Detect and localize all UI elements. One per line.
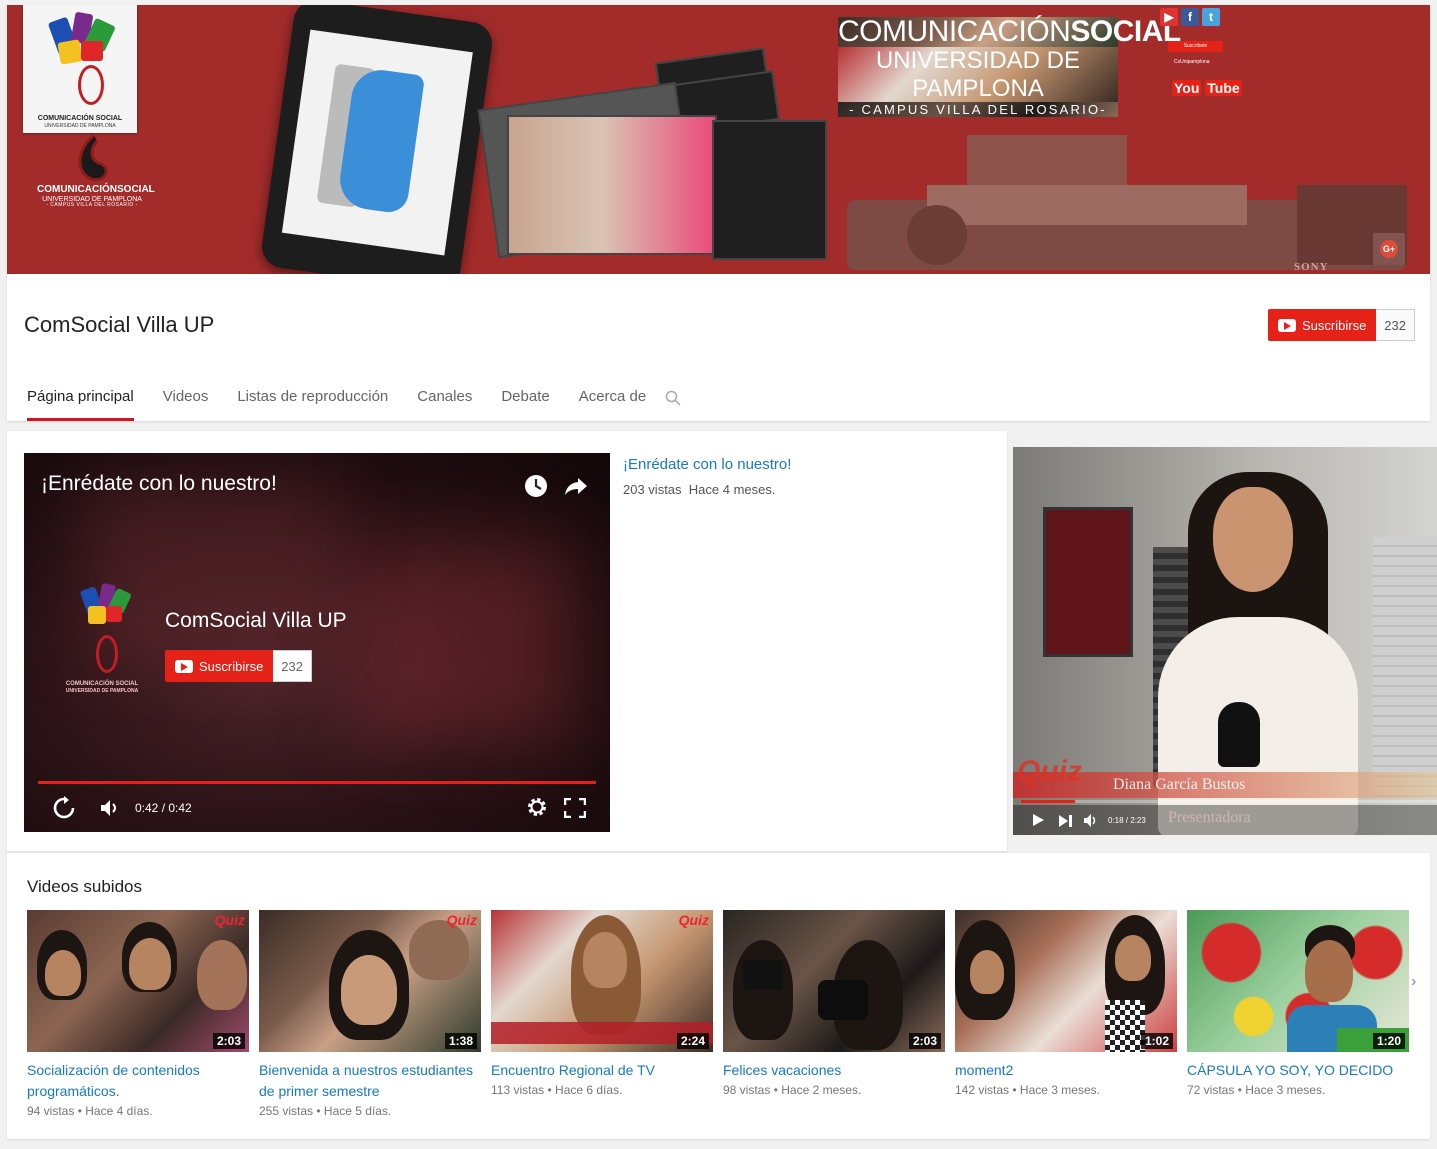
- video-duration: 1:20: [1372, 1033, 1405, 1049]
- next-icon[interactable]: [1059, 815, 1073, 827]
- youtube-play-icon: [175, 659, 193, 673]
- video-meta: 255 vistas • Hace 5 días.: [259, 1104, 392, 1118]
- channel-tabs: Página principal Videos Listas de reprod…: [27, 388, 675, 421]
- player-time: 0:42 / 0:42: [135, 801, 192, 815]
- tablet-illustration: [259, 5, 495, 274]
- play-icon[interactable]: [1033, 814, 1044, 826]
- video-meta: 94 vistas • Hace 4 días.: [27, 1104, 153, 1118]
- endcard-logo: COMUNICACIÓN SOCIAL UNIVERSIDAD DE PAMPLO…: [62, 580, 142, 700]
- endcard-channel-name[interactable]: ComSocial Villa UP: [165, 609, 347, 633]
- subscribe-button[interactable]: Suscribirse: [1268, 309, 1377, 341]
- promo-video-player[interactable]: Diana García Bustos Quiz Presentadora 0:…: [1013, 447, 1437, 835]
- social-links: ▶ f t Suscribete CsUnipamplona You Tube: [1160, 8, 1242, 96]
- twitter-icon[interactable]: t: [1202, 8, 1220, 26]
- banner-title: COMUNICACIÓNSOCIAL UNIVERSIDAD DE PAMPLO…: [838, 15, 1181, 118]
- tab-home[interactable]: Página principal: [27, 388, 134, 421]
- video-thumbnail[interactable]: 1:02: [955, 910, 1177, 1052]
- featured-video-player[interactable]: ¡Enrédate con lo nuestro! COMUNICACIÓN S…: [24, 453, 610, 832]
- uploads-shelf: Quiz 2:03 Socialización de contenidos pr…: [27, 910, 1419, 1121]
- promo-time: 0:18 / 2:23: [1108, 816, 1146, 825]
- video-thumbnail[interactable]: 2:03: [723, 910, 945, 1052]
- video-item[interactable]: Quiz 1:38 Bienvenida a nuestros estudian…: [259, 910, 481, 1121]
- video-duration: 2:03: [908, 1033, 941, 1049]
- endcard-subscriber-count: 232: [273, 650, 312, 682]
- video-item[interactable]: 2:03 Felices vacaciones 98 vistas • Hace…: [723, 910, 945, 1121]
- video-meta: 98 vistas • Hace 2 meses.: [723, 1083, 862, 1097]
- featured-section: ¡Enrédate con lo nuestro! COMUNICACIÓN S…: [7, 431, 1007, 851]
- video-duration: 2:24: [676, 1033, 709, 1049]
- tab-playlists[interactable]: Listas de reproducción: [237, 388, 388, 421]
- video-thumbnail[interactable]: Quiz 1:38: [259, 910, 481, 1052]
- replay-icon[interactable]: [52, 796, 76, 820]
- logo-title: COMUNICACIÓN SOCIAL: [37, 115, 123, 122]
- microphone-icon: [1218, 702, 1260, 767]
- tab-videos[interactable]: Videos: [163, 388, 209, 421]
- youtube-logo: You Tube: [1172, 80, 1242, 96]
- subscriber-count: 232: [1376, 309, 1415, 341]
- volume-icon[interactable]: [1084, 814, 1098, 827]
- logo-subtitle: UNIVERSIDAD DE PAMPLONA: [44, 123, 116, 129]
- video-thumbnail[interactable]: Quiz 2:03: [27, 910, 249, 1052]
- video-thumbnail[interactable]: 1:20: [1187, 910, 1409, 1052]
- facebook-icon[interactable]: f: [1181, 8, 1199, 26]
- google-plus-icon: G+: [1380, 240, 1398, 258]
- watch-later-icon[interactable]: [524, 474, 548, 498]
- video-title[interactable]: CÁPSULA YO SOY, YO DECIDO: [1187, 1060, 1409, 1081]
- channel-banner: COMUNICACIÓN SOCIAL UNIVERSIDAD DE PAMPL…: [7, 5, 1430, 274]
- youtube-play-icon: [1278, 318, 1296, 332]
- quiz-logo: Quiz: [1017, 755, 1082, 788]
- shelf-next-arrow-icon[interactable]: ›: [1411, 973, 1416, 991]
- featured-video-meta: 203 vistas Hace 4 meses.: [623, 482, 776, 497]
- video-meta: 72 vistas • Hace 3 meses.: [1187, 1083, 1326, 1097]
- video-meta: 142 vistas • Hace 3 meses.: [955, 1083, 1100, 1097]
- camera-illustration: [847, 135, 1407, 270]
- tab-discussion[interactable]: Debate: [501, 388, 549, 421]
- video-title[interactable]: Encuentro Regional de TV: [491, 1060, 713, 1081]
- banner-handle: CsUnipamplona: [1174, 59, 1210, 65]
- video-title[interactable]: Bienvenida a nuestros estudiantes de pri…: [259, 1060, 481, 1102]
- subscribe-control: Suscribirse 232: [1268, 309, 1415, 341]
- video-duration: 2:03: [212, 1033, 245, 1049]
- player-progress-bar[interactable]: [38, 781, 596, 784]
- video-item[interactable]: Quiz 2:24 Encuentro Regional de TV 113 v…: [491, 910, 713, 1121]
- google-plus-link[interactable]: G+: [1373, 233, 1405, 265]
- channel-logo: COMUNICACIÓN SOCIAL UNIVERSIDAD DE PAMPL…: [23, 5, 137, 133]
- channel-header: COMUNICACIÓN SOCIAL UNIVERSIDAD DE PAMPL…: [7, 5, 1430, 421]
- uploads-heading: Videos subidos: [27, 877, 142, 896]
- video-meta: 113 vistas • Hace 6 días.: [491, 1083, 623, 1097]
- video-item[interactable]: Quiz 2:03 Socialización de contenidos pr…: [27, 910, 249, 1121]
- video-item[interactable]: 1:02 moment2 142 vistas • Hace 3 meses.: [955, 910, 1177, 1121]
- volume-icon[interactable]: [100, 799, 120, 817]
- fullscreen-icon[interactable]: [564, 798, 586, 818]
- video-duration: 1:38: [444, 1033, 477, 1049]
- promo-progress-bar[interactable]: [1021, 800, 1437, 803]
- tab-channels[interactable]: Canales: [417, 388, 472, 421]
- logo-swirl-icon: [78, 133, 108, 182]
- search-icon[interactable]: [665, 390, 681, 406]
- player-title[interactable]: ¡Enrédate con lo nuestro!: [41, 472, 277, 496]
- endcard-subscribe: Suscribirse 232: [165, 650, 312, 682]
- video-thumbnail[interactable]: Quiz 2:24: [491, 910, 713, 1052]
- youtube-icon[interactable]: ▶: [1160, 8, 1178, 26]
- featured-video-title[interactable]: ¡Enrédate con lo nuestro!: [623, 456, 791, 473]
- camera-brand: SONY: [1294, 261, 1329, 273]
- video-title[interactable]: Felices vacaciones: [723, 1060, 945, 1081]
- uploads-section: Videos subidos Quiz 2:03 Socialización d…: [7, 853, 1430, 1139]
- video-duration: 1:02: [1140, 1033, 1173, 1049]
- settings-gear-icon[interactable]: [526, 796, 548, 818]
- banner-logo-text: COMUNICACIÓNSOCIAL UNIVERSIDAD DE PAMPLO…: [37, 184, 155, 208]
- video-title[interactable]: Socialización de contenidos programático…: [27, 1060, 249, 1102]
- channel-title: ComSocial Villa UP: [24, 312, 215, 337]
- video-item[interactable]: 1:20 CÁPSULA YO SOY, YO DECIDO 72 vistas…: [1187, 910, 1409, 1121]
- video-title[interactable]: moment2: [955, 1060, 1177, 1081]
- share-icon[interactable]: [564, 474, 588, 498]
- banner-subscribe-badge[interactable]: Suscribete: [1168, 41, 1223, 52]
- endcard-subscribe-button[interactable]: Suscribirse: [165, 650, 274, 682]
- lower-third-role: Presentadora: [1168, 809, 1251, 826]
- tab-about[interactable]: Acerca de: [579, 388, 647, 421]
- video-cards-illustration: [477, 47, 827, 265]
